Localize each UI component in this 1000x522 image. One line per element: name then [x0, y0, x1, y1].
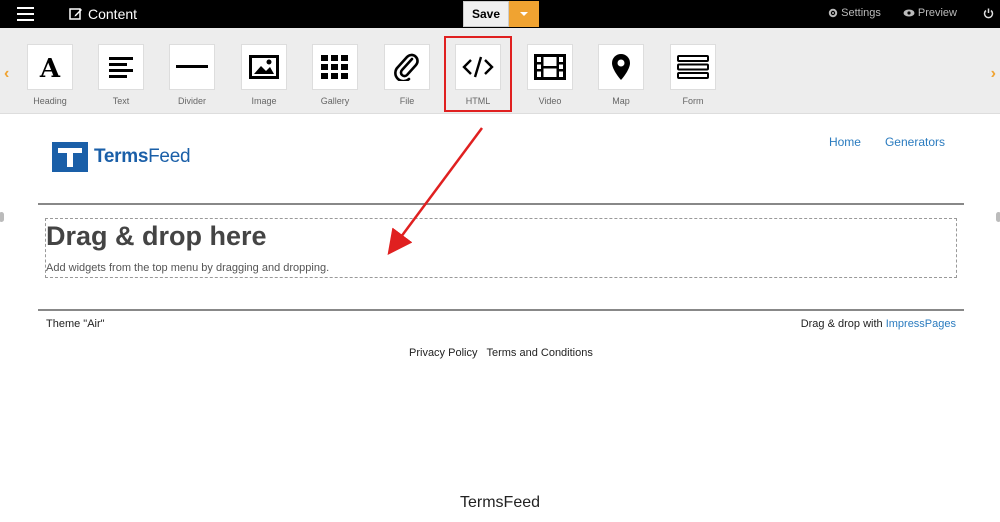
file-widget-box[interactable]	[384, 44, 430, 90]
edit-icon	[69, 8, 82, 20]
video-widget-box[interactable]	[527, 44, 573, 90]
preview-button[interactable]: Preview	[903, 7, 957, 19]
widget-text[interactable]: Text	[98, 44, 144, 106]
film-icon	[534, 54, 566, 80]
scroll-right-arrow-icon[interactable]: ›	[991, 65, 996, 83]
save-button[interactable]: Save	[463, 1, 509, 27]
caret-down-icon	[520, 12, 528, 16]
hamburger-menu-icon[interactable]	[17, 7, 34, 21]
svg-text:A: A	[39, 54, 61, 81]
theme-label: Theme "Air"	[46, 318, 105, 330]
eye-icon	[903, 9, 915, 17]
impresspages-link[interactable]: ImpressPages	[886, 318, 956, 330]
termsfeed-watermark: TermsFeed	[459, 494, 541, 511]
map-widget-box[interactable]	[598, 44, 644, 90]
scroll-left-arrow-icon[interactable]: ‹	[4, 65, 9, 83]
widget-image[interactable]: Image	[241, 44, 287, 106]
form-icon	[677, 55, 709, 79]
widget-label: Video	[538, 96, 562, 106]
widget-divider[interactable]: Divider	[169, 44, 215, 106]
widget-form[interactable]: Form	[670, 44, 716, 106]
gallery-widget-box[interactable]	[312, 44, 358, 90]
divider-widget-box[interactable]	[169, 44, 215, 90]
divider-icon	[176, 65, 208, 68]
widget-label: Gallery	[320, 96, 350, 106]
image-widget-box[interactable]	[241, 44, 287, 90]
preview-label: Preview	[917, 7, 957, 19]
text-widget-box[interactable]	[98, 44, 144, 90]
widget-label: Text	[112, 96, 130, 106]
site-logo[interactable]: TermsFeed	[52, 142, 191, 172]
logout-button[interactable]	[983, 8, 994, 19]
privacy-policy-link[interactable]: Privacy Policy	[409, 347, 477, 359]
widget-label: Divider	[177, 96, 206, 106]
widget-label: Map	[612, 96, 630, 106]
widget-label: Heading	[33, 96, 67, 106]
save-button-group: Save	[463, 1, 539, 27]
dropzone-title: Drag & drop here	[46, 221, 267, 251]
powered-prefix: Drag & drop with	[800, 318, 886, 330]
logo-terms: Terms	[94, 146, 149, 167]
terms-conditions-link[interactable]: Terms and Conditions	[486, 347, 592, 359]
topbar-right-actions: Settings Preview	[828, 7, 1000, 19]
header-divider	[38, 203, 964, 205]
widget-heading[interactable]: A Heading	[27, 44, 73, 106]
widget-label: File	[399, 96, 415, 106]
text-icon	[109, 57, 133, 78]
heading-icon: A	[39, 54, 61, 81]
widget-video[interactable]: Video	[527, 44, 573, 106]
logo-feed: Feed	[148, 146, 191, 167]
nav-generators-link[interactable]: Generators	[885, 135, 945, 149]
widget-map[interactable]: Map	[598, 44, 644, 106]
nav-home-link[interactable]: Home	[829, 135, 861, 149]
right-edge-handle[interactable]	[996, 212, 1000, 222]
map-pin-icon	[612, 54, 630, 80]
termsfeed-logo-icon	[52, 142, 88, 172]
save-options-dropdown[interactable]	[509, 1, 539, 27]
widget-label: Form	[682, 96, 704, 106]
widget-gallery[interactable]: Gallery	[312, 44, 358, 106]
settings-label: Settings	[841, 7, 881, 19]
html-widget-highlight	[444, 36, 512, 112]
footer-links: Privacy Policy Terms and Conditions	[409, 347, 593, 359]
admin-topbar: Content Save Settings Preview	[0, 0, 1000, 28]
widget-label: Image	[251, 96, 277, 106]
gear-icon	[828, 8, 838, 18]
content-menu-link[interactable]: Content	[69, 6, 137, 22]
form-widget-box[interactable]	[670, 44, 716, 90]
settings-button[interactable]: Settings	[828, 7, 881, 19]
dropzone-subtitle: Add widgets from the top menu by draggin…	[46, 262, 330, 274]
gallery-icon	[321, 55, 348, 79]
screenshot-root: Content Save Settings Preview ‹ › A Head…	[0, 0, 1000, 522]
widget-file[interactable]: File	[384, 44, 430, 106]
power-icon	[983, 8, 994, 18]
widget-dropzone[interactable]: Drag & drop here Add widgets from the to…	[45, 218, 957, 278]
image-icon	[249, 55, 279, 79]
content-label: Content	[88, 6, 138, 22]
powered-by: Drag & drop with ImpressPages	[801, 318, 956, 330]
site-nav: Home Generators	[829, 135, 945, 149]
logo-text: TermsFeed	[94, 146, 191, 168]
footer-divider	[38, 309, 964, 311]
left-edge-handle[interactable]	[0, 212, 4, 222]
heading-widget-box[interactable]: A	[27, 44, 73, 90]
paperclip-icon	[394, 53, 419, 81]
